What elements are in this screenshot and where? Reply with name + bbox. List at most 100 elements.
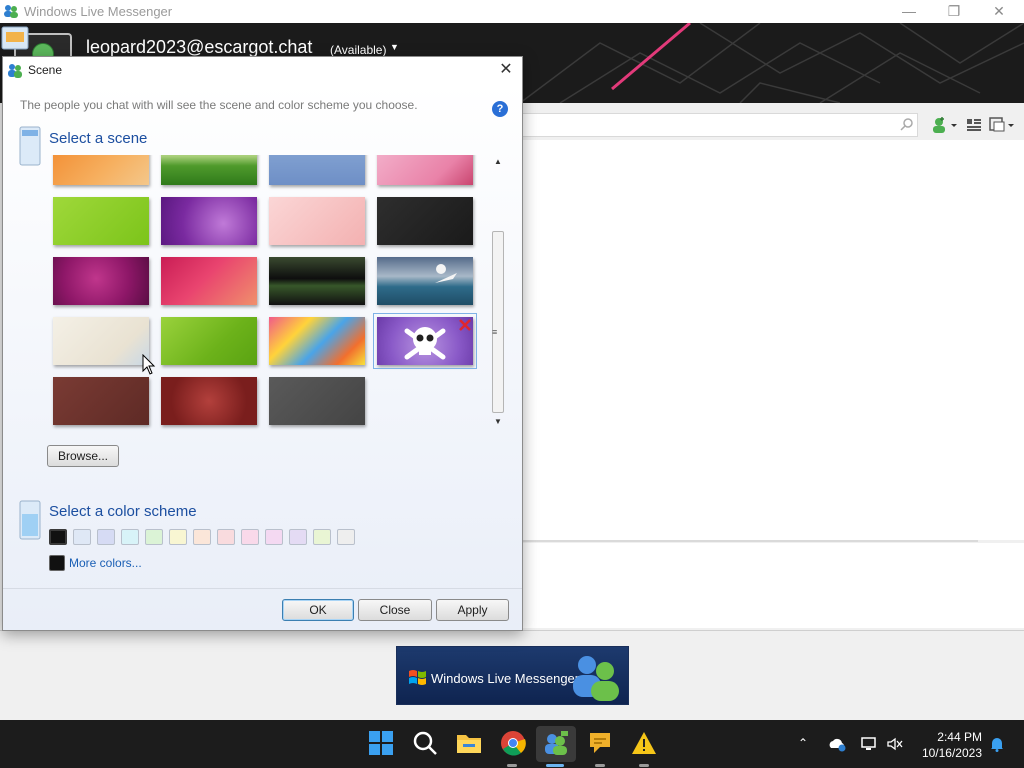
more-colors-link[interactable]: More colors... — [69, 556, 142, 570]
scroll-thumb[interactable] — [492, 231, 504, 413]
layout-icon[interactable] — [965, 116, 983, 134]
tray-overflow-icon[interactable]: ⌃ — [798, 736, 816, 752]
color-swatch-yellow[interactable] — [169, 529, 187, 545]
main-window-title: Windows Live Messenger — [24, 4, 173, 19]
messenger-buddies-icon — [573, 656, 619, 701]
messenger-running-indicator — [546, 764, 564, 767]
view-options-icon[interactable] — [988, 116, 1016, 134]
scene-thumbnail-purple-swirls[interactable] — [161, 197, 257, 245]
messenger-ad-banner[interactable]: Windows Live Messenger — [396, 646, 629, 705]
color-swatch-black[interactable] — [49, 529, 67, 545]
color-swatch-salmon[interactable] — [217, 529, 235, 545]
scene-thumbnail-lime-green[interactable] — [53, 197, 149, 245]
scene-thumbnail-blue-sky[interactable] — [269, 155, 365, 185]
scene-thumbnail-bamboo-green[interactable] — [161, 317, 257, 365]
contact-search-input[interactable] — [518, 113, 918, 137]
color-swatch-peach[interactable] — [193, 529, 211, 545]
color-swatch-cyan[interactable] — [121, 529, 139, 545]
color-section-title: Select a color scheme — [49, 503, 197, 520]
dialog-button-separator — [3, 588, 522, 589]
color-swatch-light-blue[interactable] — [73, 529, 91, 545]
delete-scene-icon[interactable] — [458, 318, 472, 332]
color-swatch-periwinkle[interactable] — [97, 529, 115, 545]
contact-list-area — [518, 140, 1024, 540]
scene-section-icon — [19, 126, 41, 166]
scene-grid — [49, 155, 489, 433]
start-icon[interactable] — [367, 729, 395, 757]
help-icon[interactable]: ? — [492, 101, 508, 117]
scroll-up-icon[interactable]: ▲ — [494, 157, 502, 166]
messenger-dialog-icon — [8, 64, 22, 78]
dialog-body: The people you chat with will see the sc… — [3, 83, 522, 630]
color-swatch-green[interactable] — [145, 529, 163, 545]
color-swatch-lavender[interactable] — [289, 529, 307, 545]
status-label[interactable]: (Available) — [330, 43, 386, 57]
warning-running-indicator — [639, 764, 649, 767]
add-contact-icon[interactable] — [930, 116, 958, 134]
network-icon[interactable] — [860, 736, 878, 752]
dialog-description: The people you chat with will see the sc… — [20, 98, 418, 112]
lower-panel — [518, 543, 1024, 628]
scene-thumbnail-gray-hex[interactable] — [269, 377, 365, 425]
scene-thumbnail-love-heart[interactable] — [161, 377, 257, 425]
scene-thumbnail-magenta-flower[interactable] — [53, 257, 149, 305]
scene-scrollbar[interactable]: ▲ ≡ ▼ — [490, 155, 507, 432]
apply-button[interactable]: Apply — [436, 599, 509, 621]
volume-muted-icon[interactable] — [886, 736, 904, 752]
windows-flag-icon — [409, 670, 426, 685]
search-icon[interactable] — [900, 117, 914, 131]
chrome-running-indicator — [507, 764, 517, 767]
ok-button[interactable]: OK — [282, 599, 354, 621]
scene-thumbnail-brown-pattern[interactable] — [53, 377, 149, 425]
clock-time[interactable]: 2:44 PM — [928, 730, 982, 744]
chat-running-indicator — [595, 764, 605, 767]
color-section-icon — [19, 500, 41, 540]
scene-thumbnail-orange-feathers[interactable] — [53, 155, 149, 185]
contact-divider — [518, 540, 978, 542]
dialog-title: Scene — [28, 63, 63, 77]
more-colors-swatch[interactable] — [49, 555, 65, 571]
warning-icon[interactable] — [630, 729, 658, 757]
scene-section-title: Select a scene — [49, 130, 148, 147]
scene-thumbnail-skull-purple[interactable] — [373, 313, 477, 369]
scene-thumbnail-ocean-plane[interactable] — [377, 257, 473, 305]
color-swatch-pink[interactable] — [241, 529, 259, 545]
minimize-button[interactable]: — — [886, 0, 932, 23]
close-button[interactable]: Close — [358, 599, 432, 621]
scene-thumbnail-cherry-blossom[interactable] — [269, 197, 365, 245]
dialog-close-icon[interactable]: ✕ — [495, 59, 517, 81]
taskbar-search-icon[interactable] — [411, 729, 439, 757]
chrome-icon[interactable] — [499, 729, 527, 757]
scene-thumbnail-green-field[interactable] — [161, 155, 257, 185]
scene-thumbnail-dark-waves[interactable] — [269, 257, 365, 305]
color-swatch-lime[interactable] — [313, 529, 331, 545]
scene-thumbnail-colorful-blobs[interactable] — [269, 317, 365, 365]
color-swatch-magenta[interactable] — [265, 529, 283, 545]
plane-icon — [435, 264, 457, 283]
status-dropdown-icon[interactable]: ▼ — [390, 42, 399, 52]
taskbar: ⌃ 2:44 PM 10/16/2023 — [0, 720, 1024, 768]
scene-thumbnail-paper-bird[interactable] — [53, 317, 149, 365]
close-window-button[interactable]: ✕ — [976, 0, 1022, 23]
onedrive-icon[interactable] — [828, 736, 846, 752]
color-swatch-gray[interactable] — [337, 529, 355, 545]
scene-thumbnail-pink-floral[interactable] — [377, 155, 473, 185]
scroll-grip-icon: ≡ — [492, 327, 498, 337]
chat-bubble-icon[interactable] — [586, 729, 614, 757]
user-email[interactable]: leopard2023@escargot.chat — [86, 37, 312, 58]
scene-thumbnail-pink-swirl[interactable] — [161, 257, 257, 305]
ad-text: Windows Live Messenger — [431, 671, 580, 686]
file-explorer-icon[interactable] — [455, 729, 483, 757]
main-title-bar: Windows Live Messenger — ❐ ✕ — [0, 0, 1024, 23]
maximize-button[interactable]: ❐ — [931, 0, 977, 23]
dialog-title-bar: Scene ✕ — [3, 57, 522, 83]
browse-button[interactable]: Browse... — [47, 445, 119, 467]
scene-picker-icon[interactable] — [0, 23, 30, 51]
messenger-app-icon — [4, 5, 18, 18]
messenger-taskbar-icon[interactable] — [542, 729, 570, 757]
scroll-down-icon[interactable]: ▼ — [494, 417, 502, 426]
scene-dialog: Scene ✕ The people you chat with will se… — [2, 56, 523, 631]
clock-date[interactable]: 10/16/2023 — [912, 746, 982, 760]
notification-bell-icon[interactable] — [988, 736, 1006, 752]
scene-thumbnail-dark-geometric[interactable] — [377, 197, 473, 245]
